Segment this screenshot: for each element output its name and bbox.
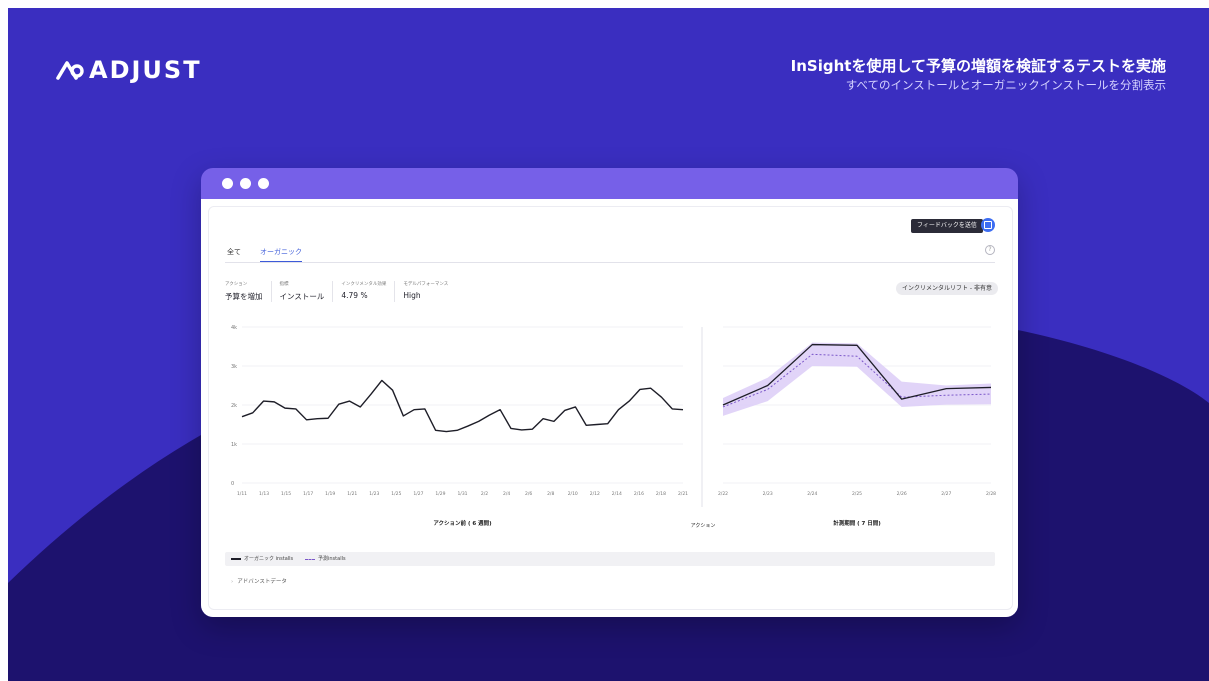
x-tick-label: 1/21: [347, 491, 357, 497]
x-tick-label: 2/8: [547, 491, 554, 497]
chevron-right-icon: ›: [231, 579, 234, 585]
legend-label: オーガニック installs: [244, 556, 294, 562]
x-tick-label: 2/10: [568, 491, 578, 497]
x-tick-label: 1/17: [303, 491, 313, 497]
x-tick-label: 2/16: [634, 491, 644, 497]
adjust-logo-icon: [56, 61, 84, 80]
x-tick-label: 1/11: [237, 491, 247, 497]
help-icon[interactable]: ?: [985, 245, 995, 255]
tab-all[interactable]: 全て: [227, 247, 241, 261]
x-tick-label: 2/28: [986, 491, 996, 497]
x-axis-label: アクション前 ( 6 週間): [433, 519, 492, 527]
metric-label: モデルパフォーマンス: [403, 282, 449, 287]
x-tick-label: 2/12: [590, 491, 600, 497]
metric-value: 4.79 %: [341, 291, 368, 300]
metric-action: アクション 予算を増加: [225, 281, 271, 302]
metric-label: アクション: [225, 282, 248, 287]
x-tick-label: 2/21: [678, 491, 688, 497]
y-tick-label: 0: [231, 481, 234, 487]
browser-content: フィードバックを送信 全て オーガニック ? アクション 予算を増加 指標 イン…: [201, 199, 1018, 617]
window-dot-icon[interactable]: [240, 178, 251, 189]
tab-organic[interactable]: オーガニック: [260, 247, 302, 262]
x-tick-label: 1/15: [281, 491, 291, 497]
metric-model-performance: モデルパフォーマンス High: [394, 281, 456, 302]
metric-value: 予算を増加: [225, 292, 263, 301]
lift-status-badge: インクリメンタルリフト - 非有意: [896, 282, 998, 295]
feedback-icon: [984, 221, 992, 229]
x-tick-label: 1/31: [457, 491, 467, 497]
x-tick-label: 2/27: [941, 491, 951, 497]
headline-title: InSightを使用して予算の増額を検証するテストを実施: [790, 57, 1166, 75]
x-tick-label: 1/29: [435, 491, 445, 497]
x-tick-label: 2/22: [718, 491, 728, 497]
logo-text: ADJUST: [89, 56, 202, 84]
x-tick-label: 1/27: [413, 491, 423, 497]
legend-dashed-swatch: [305, 558, 315, 560]
x-tick-label: 2/6: [525, 491, 532, 497]
metric-value: High: [403, 291, 421, 300]
x-tick-label: 1/13: [259, 491, 269, 497]
adjust-logo: ADJUST: [55, 53, 202, 87]
metric-indicator: 指標 インストール: [270, 281, 333, 302]
installs-chart: 0 1k 2k 3k 4k 1/11 1/13 1/15 1/17 1/19 1/21 1/23 1/2…: [231, 325, 996, 529]
x-tick-label: 2/18: [656, 491, 666, 497]
headline: InSightを使用して予算の増額を検証するテストを実施 すべてのインストールと…: [791, 56, 1166, 94]
metric-label: インクリメンタル効果: [341, 282, 387, 287]
y-tick-label: 4k: [231, 325, 237, 331]
marketing-slide: ADJUST InSightを使用して予算の増額を検証するテストを実施 すべての…: [8, 8, 1209, 681]
browser-window: フィードバックを送信 全て オーガニック ? アクション 予算を増加 指標 イン…: [201, 168, 1018, 617]
legend-solid-swatch: [231, 558, 241, 560]
series-line-organic-installs: [241, 379, 684, 433]
y-tick-label: 3k: [231, 364, 237, 370]
window-dot-icon[interactable]: [222, 178, 233, 189]
legend-item-forecast[interactable]: 予測installs: [305, 552, 346, 566]
legend-item-actual[interactable]: オーガニック installs: [231, 552, 293, 566]
action-divider-label: アクション: [691, 523, 716, 529]
x-tick-label: 2/25: [852, 491, 862, 497]
metric-label: 指標: [279, 282, 289, 287]
legend-label: 予測installs: [318, 556, 346, 562]
x-tick-label: 2/4: [503, 491, 510, 497]
y-tick-label: 2k: [231, 403, 237, 409]
metric-value: インストール: [279, 292, 325, 301]
x-tick-label: 2/24: [807, 491, 817, 497]
x-tick-label: 2/14: [612, 491, 622, 497]
x-tick-label: 2/2: [481, 491, 488, 497]
metrics-row: アクション 予算を増加 指標 インストール インクリメンタル効果 4.79 %: [225, 281, 456, 302]
chart-legend: オーガニック installs 予測installs: [225, 552, 995, 566]
advanced-data-label: アドバンストデータ: [237, 579, 287, 585]
y-tick-label: 1k: [231, 442, 237, 448]
x-tick-label: 2/23: [763, 491, 773, 497]
x-tick-label: 1/19: [325, 491, 335, 497]
headline-subtitle: すべてのインストールとオーガニックインストールを分割表示: [845, 78, 1166, 92]
feedback-button[interactable]: [981, 218, 995, 232]
screenshot-frame: ADJUST InSightを使用して予算の増額を検証するテストを実施 すべての…: [0, 0, 1209, 681]
x-tick-label: 2/26: [897, 491, 907, 497]
x-tick-label: 1/23: [369, 491, 379, 497]
x-axis-label: 計測期間 ( 7 日間): [833, 519, 881, 527]
window-controls: [222, 178, 269, 189]
insight-card: フィードバックを送信 全て オーガニック ? アクション 予算を増加 指標 イン…: [208, 206, 1013, 610]
feedback-tooltip: フィードバックを送信: [911, 219, 987, 233]
advanced-data-toggle[interactable]: › アドバンストデータ: [231, 577, 287, 585]
metric-incremental-effect: インクリメンタル効果 4.79 %: [332, 281, 394, 302]
window-dot-icon[interactable]: [258, 178, 269, 189]
tab-bar: 全て オーガニック ?: [225, 245, 995, 263]
x-tick-label: 1/25: [391, 491, 401, 497]
